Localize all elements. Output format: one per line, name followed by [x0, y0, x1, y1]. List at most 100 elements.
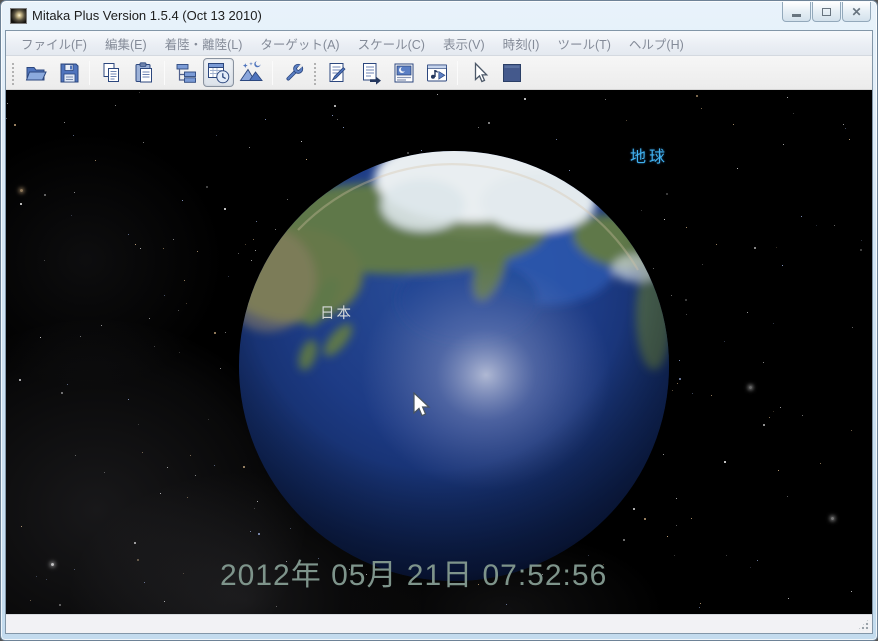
mouse-cursor-icon [413, 392, 431, 417]
star [684, 298, 687, 301]
star [182, 199, 184, 201]
toolbar-grip[interactable] [10, 60, 15, 85]
star [802, 415, 804, 417]
star [679, 360, 681, 362]
star [143, 142, 145, 144]
star [133, 541, 136, 544]
star [710, 395, 712, 397]
copy-icon [103, 62, 119, 82]
star [71, 214, 73, 216]
star [686, 313, 688, 315]
star [196, 250, 198, 252]
star [861, 240, 863, 242]
star [724, 461, 727, 464]
star [228, 275, 230, 277]
menu-scale[interactable]: スケール(C) [349, 31, 434, 57]
star [173, 238, 175, 240]
menu-tools[interactable]: ツール(T) [548, 31, 619, 57]
star [851, 591, 852, 593]
star [59, 604, 62, 607]
star [700, 107, 702, 109]
star [860, 249, 863, 252]
star [676, 382, 678, 384]
menu-file[interactable]: ファイル(F) [12, 31, 96, 57]
star [179, 352, 181, 354]
star [19, 378, 22, 381]
star [265, 118, 267, 120]
star [189, 454, 191, 456]
star [45, 579, 47, 581]
star [800, 216, 802, 218]
menu-help[interactable]: ヘルプ(H) [620, 31, 693, 57]
landscape-stars-icon [239, 61, 263, 81]
menu-bar: ファイル(F) 編集(E) 着陸・離陸(L) ターゲット(A) スケール(C) … [6, 31, 872, 56]
star [127, 399, 129, 401]
star [625, 120, 627, 122]
star [214, 331, 217, 334]
star [6, 102, 8, 104]
japan-label: 日本 [320, 306, 353, 322]
cursor-arrow-icon [474, 61, 488, 82]
earth-globe[interactable] [238, 150, 670, 582]
star [723, 341, 725, 343]
menu-edit[interactable]: 編集(E) [96, 31, 156, 57]
menu-land-takeoff[interactable]: 着陸・離陸(L) [156, 31, 252, 57]
save-button[interactable] [53, 58, 84, 87]
star [756, 560, 758, 562]
edit-document-icon [329, 62, 346, 82]
menu-target[interactable]: ターゲット(A) [251, 31, 348, 57]
star [40, 337, 42, 339]
star [66, 384, 68, 386]
copy-button[interactable] [95, 58, 126, 87]
star [13, 123, 16, 126]
star [138, 92, 140, 94]
date-time-button[interactable] [203, 58, 234, 87]
star [137, 424, 139, 426]
capture-image-button[interactable] [388, 58, 419, 87]
minimize-icon [792, 13, 801, 17]
star [787, 496, 789, 498]
star [820, 463, 822, 465]
wrench-icon [285, 63, 303, 81]
star [154, 345, 155, 347]
minimize-button[interactable] [782, 2, 811, 22]
app-window: Mitaka Plus Version 1.5.4 (Oct 13 2010) … [0, 0, 878, 641]
select-pointer-button[interactable] [463, 58, 494, 87]
star [715, 244, 717, 246]
star [675, 497, 677, 499]
close-button[interactable]: ✕ [842, 2, 871, 22]
menu-time[interactable]: 時刻(I) [494, 31, 549, 57]
star [220, 368, 222, 370]
color-square-button[interactable] [496, 58, 527, 87]
star [786, 96, 788, 98]
star [699, 602, 701, 604]
star [64, 122, 66, 124]
star [675, 525, 677, 527]
star [103, 472, 105, 474]
star [844, 127, 846, 129]
resize-grip-icon[interactable] [857, 618, 870, 631]
menu-view[interactable]: 表示(V) [434, 31, 494, 57]
star [207, 418, 209, 420]
star [783, 143, 785, 145]
star [35, 576, 37, 578]
settings-button[interactable] [278, 58, 309, 87]
star [144, 582, 146, 584]
open-button[interactable] [20, 58, 51, 87]
maximize-button[interactable] [812, 2, 841, 22]
space-viewport[interactable]: 地球 日本 2012年 05月 21日 07:52:56 [6, 90, 872, 614]
export-document-button[interactable] [355, 58, 386, 87]
object-tree-button[interactable] [170, 58, 201, 87]
toolbar-grip[interactable] [312, 60, 317, 85]
star [787, 597, 789, 599]
star [95, 160, 97, 162]
star [194, 475, 196, 477]
star [749, 566, 751, 568]
edit-script-button[interactable] [322, 58, 353, 87]
landscape-button[interactable] [236, 58, 267, 87]
navy-square-icon [502, 63, 521, 82]
star [769, 416, 771, 418]
star [275, 605, 277, 607]
paste-button[interactable] [128, 58, 159, 87]
movie-button[interactable] [421, 58, 452, 87]
